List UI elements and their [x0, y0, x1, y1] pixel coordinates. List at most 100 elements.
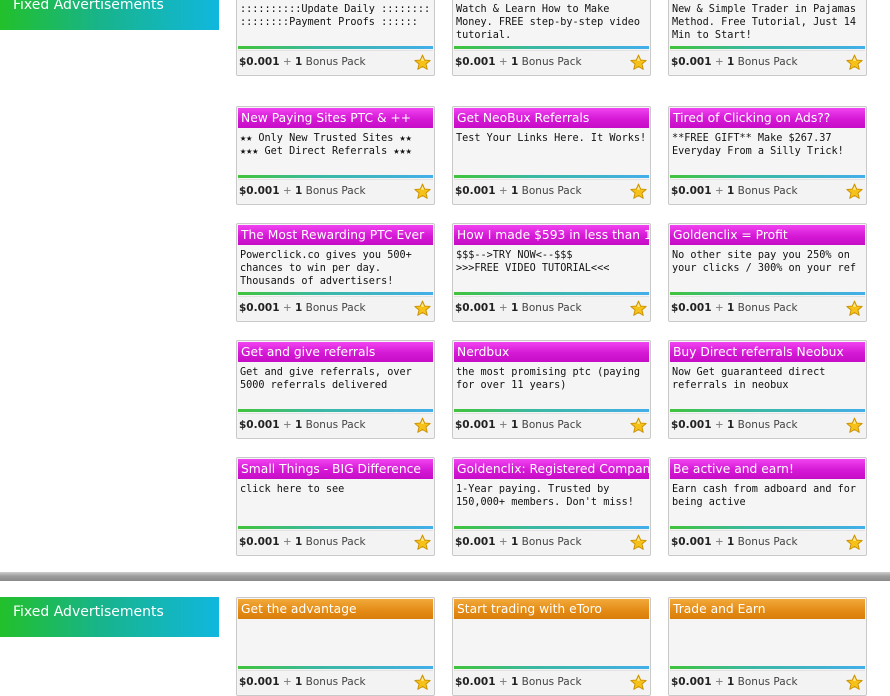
ad-progress-bar	[670, 292, 865, 295]
star-icon[interactable]	[414, 674, 431, 691]
ad-progress-bar	[454, 292, 649, 295]
ad-card[interactable]: Get and give referrals Get and give refe…	[236, 340, 435, 439]
star-icon[interactable]	[846, 674, 863, 691]
ad-price: $0.001	[455, 302, 496, 314]
ad-card[interactable]: Be active and earn! Earn cash from adboa…	[668, 457, 867, 556]
ad-bonus-label: Bonus Pack	[737, 185, 798, 197]
ad-card[interactable]: Make Money Every 60 Seconds Watch & Lear…	[452, 0, 651, 76]
ad-title[interactable]: Get NeoBux Referrals	[454, 108, 649, 128]
ad-bonus-count: 1	[727, 419, 735, 431]
ad-bonus-count: 1	[727, 56, 735, 68]
ad-footer: $0.001 + 1 Bonus Pack	[670, 670, 865, 694]
ad-progress-bar	[670, 526, 865, 529]
ad-footer: $0.001 + 1 Bonus Pack	[238, 413, 433, 437]
star-icon[interactable]	[414, 183, 431, 200]
ad-title[interactable]: Goldenclix = Profit	[670, 225, 865, 245]
ad-bonus-label: Bonus Pack	[737, 56, 798, 68]
ad-bonus-count: 1	[727, 185, 735, 197]
star-icon[interactable]	[630, 417, 647, 434]
ad-bonus-count: 1	[511, 676, 519, 688]
star-icon[interactable]	[846, 534, 863, 551]
section-label-top: Fixed Advertisements	[0, 0, 219, 30]
ad-title[interactable]: Buy Direct referrals Neobux	[670, 342, 865, 362]
ad-bonus-count: 1	[511, 536, 519, 548]
star-icon[interactable]	[414, 534, 431, 551]
ad-bonus-label: Bonus Pack	[521, 56, 582, 68]
ad-price: $0.001	[455, 536, 496, 548]
ad-card[interactable]: The Most Rewarding PTC Ever Powerclick.c…	[236, 223, 435, 322]
ad-card[interactable]: Small Things - BIG Difference click here…	[236, 457, 435, 556]
ad-title[interactable]: Get the advantage	[238, 599, 433, 619]
ad-card[interactable]: Get NeoBux Referrals Test Your Links Her…	[452, 106, 651, 205]
star-icon[interactable]	[630, 183, 647, 200]
ad-title[interactable]: Get and give referrals	[238, 342, 433, 362]
ad-title[interactable]: Be active and earn!	[670, 459, 865, 479]
star-icon[interactable]	[846, 300, 863, 317]
ad-card[interactable]: Trade and Earn $0.001 + 1 Bonus Pack	[668, 597, 867, 696]
star-icon[interactable]	[630, 534, 647, 551]
star-icon[interactable]	[630, 54, 647, 71]
ad-footer: $0.001 + 1 Bonus Pack	[454, 50, 649, 74]
star-icon[interactable]	[414, 54, 431, 71]
ad-plus: +	[714, 302, 728, 314]
ad-title[interactable]: New Paying Sites PTC & ++	[238, 108, 433, 128]
ad-plus: +	[282, 676, 296, 688]
ad-plus: +	[282, 302, 296, 314]
ad-card[interactable]: Nerdbux the most promising ptc (paying f…	[452, 340, 651, 439]
ad-price: $0.001	[239, 536, 280, 548]
ad-progress-bar	[454, 666, 649, 669]
ad-footer: $0.001 + 1 Bonus Pack	[454, 179, 649, 203]
ad-card[interactable]: Start trading with eToro $0.001 + 1 Bonu…	[452, 597, 651, 696]
star-icon[interactable]	[846, 417, 863, 434]
ad-card[interactable]: Goldenclix: Registered Company 1-Year pa…	[452, 457, 651, 556]
ad-bonus-count: 1	[511, 56, 519, 68]
ad-progress-bar	[238, 292, 433, 295]
ad-card[interactable]: Get the advantage $0.001 + 1 Bonus Pack	[236, 597, 435, 696]
star-icon[interactable]	[630, 300, 647, 317]
ad-title[interactable]: Tired of Clicking on Ads??	[670, 108, 865, 128]
ad-card[interactable]: Goldenclix = Profit No other site pay yo…	[668, 223, 867, 322]
ad-title[interactable]: Nerdbux	[454, 342, 649, 362]
star-icon[interactable]	[414, 417, 431, 434]
ad-price: $0.001	[671, 185, 712, 197]
ad-card[interactable]: Tired of Clicking on Ads?? **FREE GIFT**…	[668, 106, 867, 205]
ad-footer: $0.001 + 1 Bonus Pack	[238, 296, 433, 320]
ad-card[interactable]: Buy Direct referrals Neobux Now Get guar…	[668, 340, 867, 439]
star-icon[interactable]	[414, 300, 431, 317]
ad-bonus-count: 1	[295, 302, 303, 314]
ad-card[interactable]: Get Paid Every 30 Minutes New & Simple T…	[668, 0, 867, 76]
ad-price: $0.001	[671, 56, 712, 68]
ad-bonus-label: Bonus Pack	[737, 419, 798, 431]
star-icon[interactable]	[846, 183, 863, 200]
ad-footer: $0.001 + 1 Bonus Pack	[670, 296, 865, 320]
ad-progress-bar	[238, 409, 433, 412]
ad-title[interactable]: Trade and Earn	[670, 599, 865, 619]
ad-plus: +	[714, 419, 728, 431]
ad-bonus-label: Bonus Pack	[305, 676, 366, 688]
ad-price: $0.001	[671, 676, 712, 688]
ad-title[interactable]: The Most Rewarding PTC Ever	[238, 225, 433, 245]
ad-card[interactable]: Most Trusted Top 10 PTC ::::::::::Update…	[236, 0, 435, 76]
ad-footer: $0.001 + 1 Bonus Pack	[670, 530, 865, 554]
ad-price: $0.001	[239, 676, 280, 688]
ad-plus: +	[714, 536, 728, 548]
ad-title[interactable]: Small Things - BIG Difference	[238, 459, 433, 479]
ad-footer: $0.001 + 1 Bonus Pack	[454, 530, 649, 554]
ad-progress-bar	[454, 409, 649, 412]
ad-card[interactable]: How I made $593 in less than 1h! $$$-->T…	[452, 223, 651, 322]
ad-card[interactable]: New Paying Sites PTC & ++ ★★ Only New Tr…	[236, 106, 435, 205]
ad-price: $0.001	[455, 676, 496, 688]
ad-plus: +	[282, 185, 296, 197]
star-icon[interactable]	[846, 54, 863, 71]
ad-progress-bar	[238, 175, 433, 178]
ad-bonus-count: 1	[511, 419, 519, 431]
ad-bonus-label: Bonus Pack	[521, 419, 582, 431]
star-icon[interactable]	[630, 674, 647, 691]
ad-bonus-count: 1	[511, 302, 519, 314]
ad-footer: $0.001 + 1 Bonus Pack	[454, 413, 649, 437]
ad-title[interactable]: Goldenclix: Registered Company	[454, 459, 649, 479]
ad-title[interactable]: How I made $593 in less than 1h!	[454, 225, 649, 245]
ad-progress-bar	[454, 526, 649, 529]
ad-plus: +	[714, 56, 728, 68]
ad-title[interactable]: Start trading with eToro	[454, 599, 649, 619]
